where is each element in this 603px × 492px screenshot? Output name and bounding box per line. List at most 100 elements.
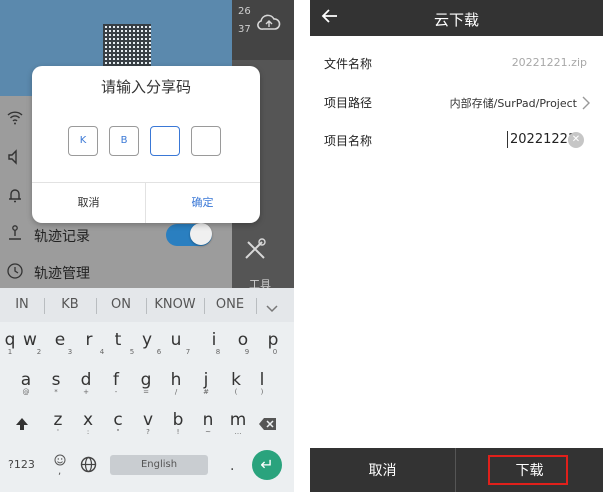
strip-number: 26 xyxy=(238,6,251,17)
period-key[interactable]: . xyxy=(230,458,234,474)
key-q[interactable]: q xyxy=(0,330,20,350)
key-d[interactable]: d xyxy=(76,370,96,390)
chevron-down-icon[interactable] xyxy=(266,299,278,318)
suggestion[interactable]: KNOW xyxy=(152,297,198,312)
key-sub: + xyxy=(83,388,89,396)
key-g[interactable]: g xyxy=(136,370,156,390)
suggestion[interactable]: IN xyxy=(6,297,38,312)
globe-icon[interactable] xyxy=(80,456,97,477)
share-code-dialog: 请输入分享码 K B 取消 确定 xyxy=(32,66,260,223)
comma-key[interactable]: , xyxy=(58,466,61,477)
key-sub: 9 xyxy=(244,348,250,356)
track-manage-label[interactable]: 轨迹管理 xyxy=(34,263,90,283)
project-path-value[interactable]: 内部存储/SurPad/Project xyxy=(450,95,577,111)
suggestion-divider xyxy=(146,298,147,314)
key-sub: ( xyxy=(234,388,238,396)
volume-icon xyxy=(6,148,24,171)
suggestion-divider xyxy=(204,298,205,314)
track-record-label[interactable]: 轨迹记录 xyxy=(34,226,90,246)
code-box-active[interactable] xyxy=(150,126,180,156)
key-sub: ~ xyxy=(205,428,211,436)
space-bar[interactable]: English xyxy=(110,455,208,475)
key-sub: 3 xyxy=(67,348,73,356)
key-o[interactable]: o xyxy=(233,330,253,350)
key-sub: … xyxy=(234,428,242,436)
chevron-right-icon[interactable] xyxy=(582,95,590,114)
key-m[interactable]: m xyxy=(228,410,248,430)
key-sub: 2 xyxy=(36,348,42,356)
key-k[interactable]: k xyxy=(226,370,246,390)
key-sub: 1 xyxy=(7,348,13,356)
key-sub: 6 xyxy=(156,348,162,356)
key-f[interactable]: f xyxy=(106,370,126,390)
key-e[interactable]: e xyxy=(50,330,70,350)
suggestion[interactable]: KB xyxy=(54,297,86,312)
key-l[interactable]: l xyxy=(252,370,272,390)
dialog-title: 请输入分享码 xyxy=(100,78,191,96)
key-sub: / xyxy=(174,388,178,396)
key-r[interactable]: r xyxy=(79,330,99,350)
file-name-label: 文件名称 xyxy=(324,57,373,71)
key-sub: 8 xyxy=(215,348,221,356)
symbols-key[interactable]: ?123 xyxy=(8,458,35,471)
suggestion[interactable]: ON xyxy=(104,297,138,312)
key-sub: ! xyxy=(176,428,180,436)
key-i[interactable]: i xyxy=(204,330,224,350)
key-v[interactable]: v xyxy=(138,410,158,430)
key-j[interactable]: j xyxy=(196,370,216,390)
key-b[interactable]: b xyxy=(168,410,188,430)
key-c[interactable]: c xyxy=(108,410,128,430)
track-record-icon xyxy=(6,224,24,247)
wifi-icon xyxy=(6,108,24,131)
key-s[interactable]: s xyxy=(46,370,66,390)
code-box[interactable] xyxy=(191,126,221,156)
file-name-value: 20221221.zip xyxy=(511,56,587,69)
key-x[interactable]: x xyxy=(78,410,98,430)
shift-icon[interactable] xyxy=(14,416,30,436)
cloud-icon[interactable] xyxy=(256,10,282,41)
key-sub: @ xyxy=(22,388,30,396)
suggestion-divider xyxy=(44,298,45,314)
key-y[interactable]: y xyxy=(137,330,157,350)
key-w[interactable]: w xyxy=(20,330,40,350)
text-cursor xyxy=(507,131,508,148)
key-t[interactable]: t xyxy=(108,330,128,350)
dialog-confirm-button[interactable]: 确定 xyxy=(146,183,259,223)
key-sub: = xyxy=(143,388,149,396)
dialog-cancel-button[interactable]: 取消 xyxy=(32,183,145,223)
key-p[interactable]: p xyxy=(263,330,283,350)
suggestion-divider xyxy=(96,298,97,314)
key-sub: * xyxy=(54,388,58,396)
key-sub: ? xyxy=(146,428,150,436)
key-sub: # xyxy=(203,388,209,396)
cancel-button[interactable]: 取消 xyxy=(310,460,455,480)
suggestion[interactable]: ONE xyxy=(210,297,250,312)
enter-key[interactable]: ↵ xyxy=(252,450,282,480)
project-name-label: 项目名称 xyxy=(324,134,373,148)
toggle-knob xyxy=(190,223,212,245)
key-a[interactable]: a xyxy=(16,370,36,390)
key-z[interactable]: z xyxy=(48,410,68,430)
clear-icon[interactable]: ✕ xyxy=(568,132,584,148)
backspace-icon[interactable] xyxy=(258,416,278,436)
key-h[interactable]: h xyxy=(166,370,186,390)
key-sub: 0 xyxy=(272,348,278,356)
key-sub: " xyxy=(116,428,120,436)
project-path-label: 项目路径 xyxy=(324,96,373,110)
key-sub: ) xyxy=(260,388,264,396)
qr-code-image xyxy=(103,24,151,72)
key-sub: 7 xyxy=(185,348,191,356)
key-n[interactable]: n xyxy=(198,410,218,430)
key-u[interactable]: u xyxy=(166,330,186,350)
tools-icon[interactable] xyxy=(242,236,268,267)
code-box[interactable]: B xyxy=(109,126,139,156)
project-name-input[interactable]: 20221221 xyxy=(510,132,576,147)
strip-number: 37 xyxy=(238,24,251,35)
enter-arrow-icon: ↵ xyxy=(260,455,274,474)
code-box[interactable]: K xyxy=(68,126,98,156)
key-sub: : xyxy=(86,428,90,436)
survey-app-screen: 26 37 轨迹记录 轨迹管理 工具 请输入分享码 K B 取消 确定 IN K… xyxy=(0,0,294,492)
key-sub: 5 xyxy=(129,348,135,356)
soft-keyboard: IN KB ON KNOW ONE q w e r t y u i o p 1 … xyxy=(0,288,294,492)
key-sub: 4 xyxy=(99,348,105,356)
